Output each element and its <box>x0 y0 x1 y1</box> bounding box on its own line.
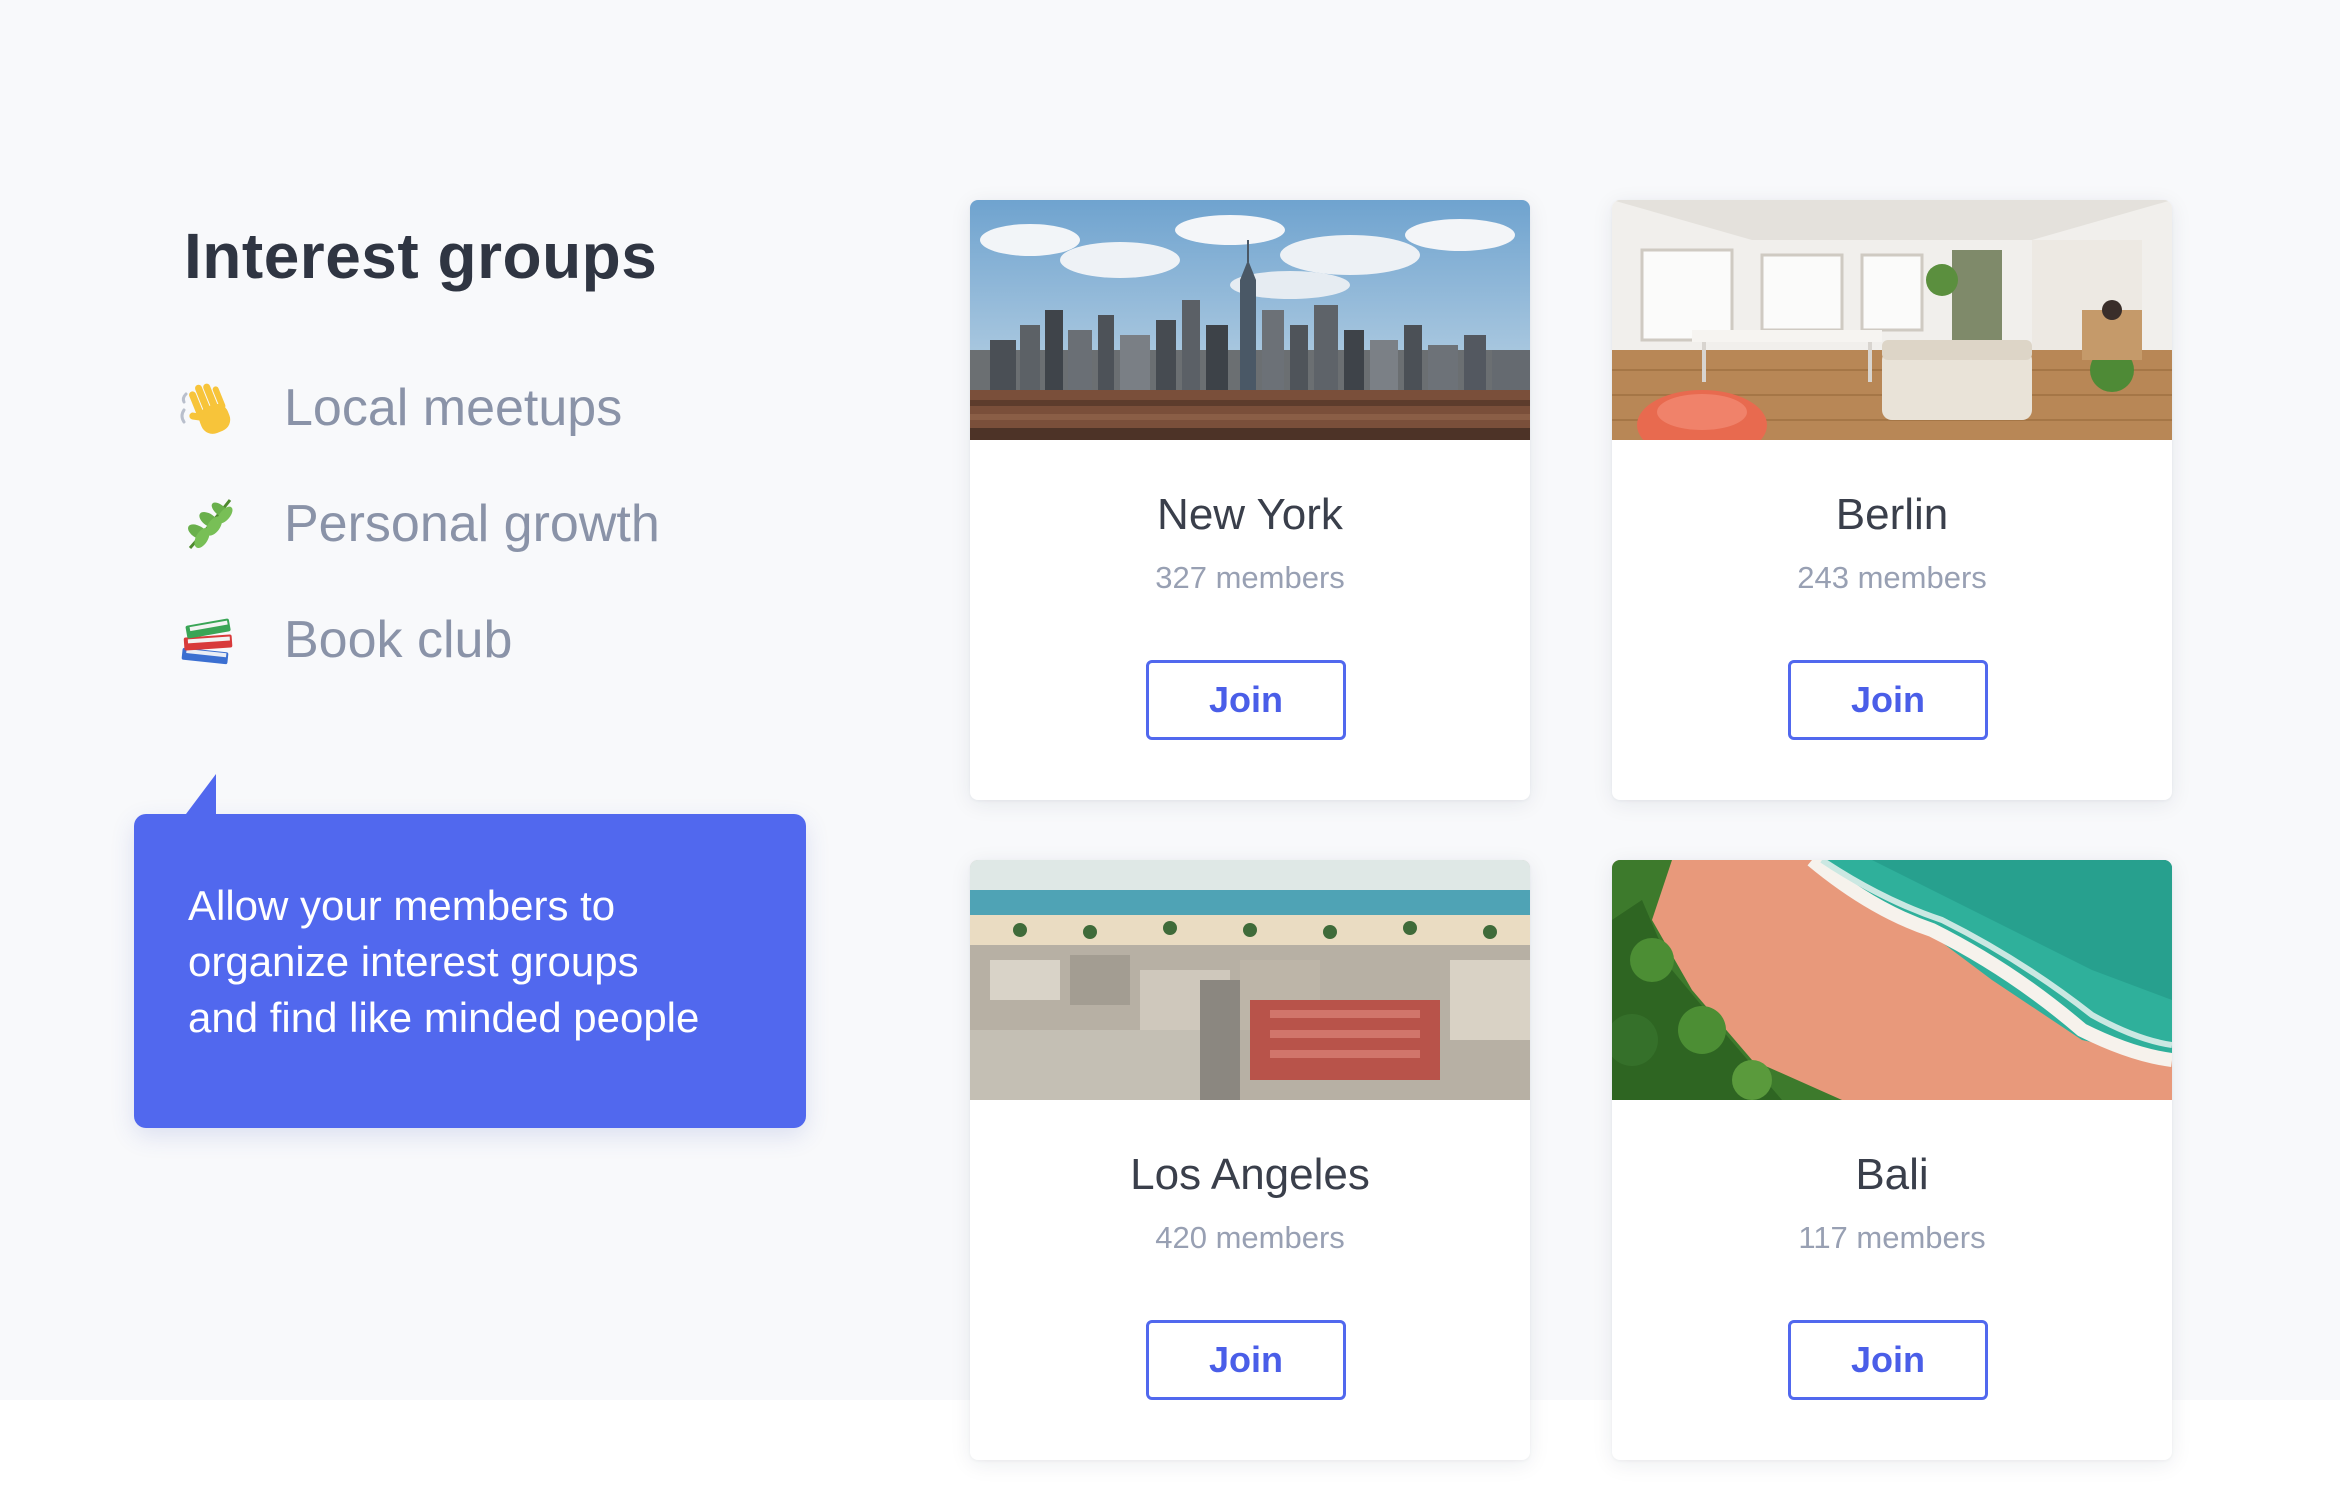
join-button[interactable]: Join <box>1788 1320 1988 1400</box>
page-title: Interest groups <box>184 220 658 292</box>
group-name: Berlin <box>1835 490 1949 539</box>
topic-label: Book club <box>284 611 513 669</box>
member-count: 243 members <box>1797 560 1987 595</box>
topic-label: Local meetups <box>284 379 623 437</box>
beach-city-aerial-photo <box>970 860 1530 1100</box>
group-name: Los Angeles <box>1130 1150 1370 1199</box>
topic-item-local-meetups[interactable]: Local meetups <box>176 350 660 466</box>
herb-icon <box>176 492 240 556</box>
callout-line: organize interest groups <box>188 938 639 985</box>
group-name: Bali <box>1855 1150 1929 1199</box>
topic-item-personal-growth[interactable]: Personal growth <box>176 466 660 582</box>
group-card-bali[interactable]: Bali 117 members Join <box>1612 860 2172 1460</box>
group-card-new-york[interactable]: New York 327 members Join <box>970 200 1530 800</box>
member-count: 420 members <box>1155 1220 1345 1255</box>
member-count: 117 members <box>1798 1220 1986 1255</box>
callout-line: Allow your members to <box>188 882 616 929</box>
join-button[interactable]: Join <box>1788 660 1988 740</box>
topic-label: Personal growth <box>284 495 660 553</box>
group-card-berlin[interactable]: Berlin 243 members Join <box>1612 200 2172 800</box>
info-callout: Allow your members to organize interest … <box>134 774 806 1128</box>
callout-tail <box>186 774 216 814</box>
group-card-los-angeles[interactable]: Los Angeles 420 members Join <box>970 860 1530 1460</box>
callout-text: Allow your members to organize interest … <box>188 878 788 1046</box>
group-name: New York <box>1157 490 1343 539</box>
join-button[interactable]: Join <box>1146 1320 1346 1400</box>
books-icon <box>176 608 240 672</box>
coworking-space-photo <box>1612 200 2172 440</box>
tropical-beach-aerial-photo <box>1612 860 2172 1100</box>
join-button[interactable]: Join <box>1146 660 1346 740</box>
callout-line: and find like minded people <box>188 994 700 1041</box>
city-skyline-photo <box>970 200 1530 440</box>
topic-item-book-club[interactable]: Book club <box>176 582 660 698</box>
member-count: 327 members <box>1155 560 1345 595</box>
topic-list: Local meetups Personal growth Book club <box>176 350 660 698</box>
waving-hand-icon <box>176 376 240 440</box>
